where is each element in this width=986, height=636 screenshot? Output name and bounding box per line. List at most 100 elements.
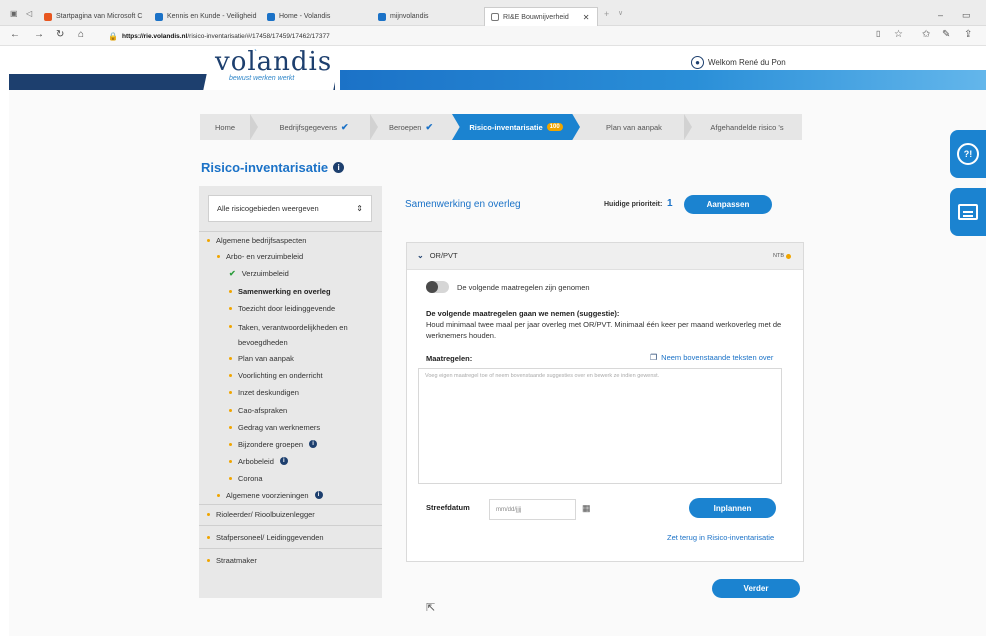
help-icon: ?! xyxy=(957,143,979,165)
user-welcome[interactable]: ● Welkom René du Pon xyxy=(691,56,786,69)
ntb-tag: NTB xyxy=(773,253,791,259)
new-tab-icon[interactable]: + xyxy=(604,9,609,19)
tab-back-icon[interactable]: ◁ xyxy=(26,9,32,18)
step-risico-inventarisatie[interactable]: Risico-inventarisatie 100 xyxy=(452,114,580,140)
tree-item-straatmaker[interactable]: Straatmaker xyxy=(207,554,257,567)
bullet-icon xyxy=(229,460,232,463)
tree-item-plan-van-aanpak[interactable]: Plan van aanpak xyxy=(229,352,294,365)
adjust-priority-button[interactable]: Aanpassen xyxy=(684,195,772,214)
logo-accent-icon: ˋ xyxy=(254,49,258,60)
favorite-star-icon[interactable]: ☆ xyxy=(894,29,903,40)
tree-item-stafpersoneel[interactable]: Stafpersoneel/ Leidinggevenden xyxy=(207,531,324,544)
link-label: Neem bovenstaande teksten over xyxy=(661,353,774,362)
forward-icon[interactable]: → xyxy=(34,29,44,40)
info-icon[interactable]: i xyxy=(333,162,345,173)
mouse-cursor-icon: ⇱ xyxy=(426,602,436,614)
refresh-icon[interactable]: ↻ xyxy=(56,29,64,40)
check-icon: ✔ xyxy=(341,121,349,132)
tree-item-cao-afspraken[interactable]: Cao-afspraken xyxy=(229,404,287,417)
tree-item-toezicht[interactable]: Toezicht door leidinggevende xyxy=(229,302,335,315)
date-placeholder: mm/dd/jjjj xyxy=(496,506,522,513)
check-icon: ✔ xyxy=(425,121,434,132)
tree-item-label: Rioleerder/ Rioolbuizenlegger xyxy=(216,510,315,519)
step-beroepen[interactable]: Beroepen ✔ xyxy=(378,114,444,140)
minimize-icon[interactable]: – xyxy=(938,10,943,20)
tree-item-gedrag-werknemers[interactable]: Gedrag van werknemers xyxy=(229,421,320,434)
next-button[interactable]: Verder xyxy=(712,579,800,598)
home-icon[interactable]: ⌂ xyxy=(78,29,84,40)
tree-item-arbobeleid[interactable]: Arbobeleid i xyxy=(229,455,288,468)
tree-item-algemene-voorzieningen[interactable]: Algemene voorzieningen i xyxy=(217,489,323,502)
tree-item-rioleerder[interactable]: Rioleerder/ Rioolbuizenlegger xyxy=(207,508,315,521)
back-icon[interactable]: ← xyxy=(10,29,20,40)
target-date-input[interactable]: mm/dd/jjjj xyxy=(489,499,576,520)
step-separator xyxy=(370,114,378,140)
browser-tab[interactable]: mijnvolandis xyxy=(378,7,429,26)
calendar-icon[interactable]: ▦ xyxy=(582,503,591,514)
tree-item-arbo-verzuimbeleid[interactable]: Arbo- en verzuimbeleid xyxy=(217,250,303,263)
updown-chevron-icon: ⇕ xyxy=(356,204,363,213)
tree-item-algemene-bedrijfsaspecten[interactable]: Algemene bedrijfsaspecten xyxy=(207,234,306,247)
tree-item-label: Samenwerking en overleg xyxy=(238,287,331,296)
browser-tab[interactable]: Home - Volandis xyxy=(267,7,330,26)
tree-item-taken[interactable]: Taken, verantwoordelijkheden en bevoegdh… xyxy=(229,320,374,350)
ntb-label: NTB xyxy=(773,253,784,259)
priority-value: 1 xyxy=(667,198,673,209)
tab-label: Home - Volandis xyxy=(279,13,331,20)
measures-textarea[interactable]: Voeg eigen maatregel toe of neem bovenst… xyxy=(418,368,782,484)
volandis-logo[interactable]: volandis ˋ bewust werken werkt xyxy=(215,48,331,90)
copy-suggestions-link[interactable]: ❐ Neem bovenstaande teksten over xyxy=(650,353,773,362)
measures-taken-toggle[interactable] xyxy=(426,281,449,293)
sidebar-divider xyxy=(199,525,382,526)
tab-list-icon[interactable]: ∨ xyxy=(618,9,623,17)
bullet-icon xyxy=(229,325,232,328)
button-label: Inplannen xyxy=(713,503,752,513)
step-bedrijfsgegevens[interactable]: Bedrijfsgegevens ✔ xyxy=(258,114,370,140)
info-icon[interactable]: i xyxy=(309,440,318,448)
help-button[interactable]: ?! xyxy=(950,130,986,178)
copy-icon: ❐ xyxy=(650,353,658,362)
schedule-button[interactable]: Inplannen xyxy=(689,498,776,518)
bullet-icon xyxy=(207,536,210,539)
tree-item-label: Verzuimbeleid xyxy=(241,269,289,278)
notes-pen-icon[interactable]: ✎ xyxy=(942,29,950,40)
sidebar-divider xyxy=(199,231,382,232)
favorites-list-icon[interactable]: ✩ xyxy=(922,29,930,40)
user-icon: ● xyxy=(691,56,704,69)
step-afgehandelde-risicos[interactable]: Afgehandelde risico 's xyxy=(692,114,802,140)
tree-item-samenwerking-overleg[interactable]: Samenwerking en overleg xyxy=(229,285,331,298)
tree-item-label: Arbobeleid xyxy=(238,457,274,466)
tree-item-bijzondere-groepen[interactable]: Bijzondere groepen i xyxy=(229,438,318,451)
tab-favicon-icon xyxy=(155,12,163,21)
step-label: Risico-inventarisatie xyxy=(469,122,543,132)
browser-tab-active[interactable]: RI&E Bouwnijverheid ✕ xyxy=(484,7,598,26)
page-title-text: Risico-inventarisatie xyxy=(201,160,329,175)
chevron-down-icon[interactable]: ⌄ xyxy=(417,251,424,260)
tree-item-corona[interactable]: Corona xyxy=(229,472,263,485)
tree-item-inzet-deskundigen[interactable]: Inzet deskundigen xyxy=(229,386,299,399)
reset-link[interactable]: Zet terug in Risico-inventarisatie xyxy=(667,533,774,542)
share-icon[interactable]: ⇪ xyxy=(964,29,972,40)
info-icon[interactable]: i xyxy=(314,491,323,499)
maximize-icon[interactable]: ▭ xyxy=(962,10,971,21)
info-icon[interactable]: i xyxy=(279,457,288,465)
card-header[interactable]: ⌄ OR/PVT NTB xyxy=(407,243,803,270)
browser-tab[interactable]: Kennis en Kunde - Veiligheid xyxy=(155,7,257,26)
url-field[interactable]: 🔒 https://rie.volandis.nl/risico-inventa… xyxy=(108,30,838,43)
tab-close-icon[interactable]: ✕ xyxy=(583,13,590,22)
tab-actions-icon[interactable]: ▣ xyxy=(10,9,18,18)
tree-item-verzuimbeleid[interactable]: ✔ Verzuimbeleid xyxy=(229,267,289,280)
tree-item-voorlichting[interactable]: Voorlichting en onderricht xyxy=(229,369,323,382)
print-button[interactable] xyxy=(950,188,986,236)
browser-tab[interactable]: Startpagina van Microsoft C xyxy=(44,7,142,26)
section-title: Samenwerking en overleg xyxy=(405,199,521,210)
tab-favicon-icon xyxy=(378,12,386,21)
sidebar-divider xyxy=(199,504,382,505)
step-home[interactable]: Home xyxy=(200,114,250,140)
priority-label: Huidige prioriteit: xyxy=(604,201,663,208)
risk-area-filter-select[interactable]: Alle risicogebieden weergeven ⇕ xyxy=(208,195,372,222)
step-plan-van-aanpak[interactable]: Plan van aanpak xyxy=(584,114,684,140)
url-path: /risico-inventarisatie/#/17458/17459/174… xyxy=(187,33,330,40)
wizard-steps: Home Bedrijfsgegevens ✔ Beroepen ✔ Risic… xyxy=(200,114,802,140)
reading-view-icon[interactable]: ▯ xyxy=(876,29,880,38)
